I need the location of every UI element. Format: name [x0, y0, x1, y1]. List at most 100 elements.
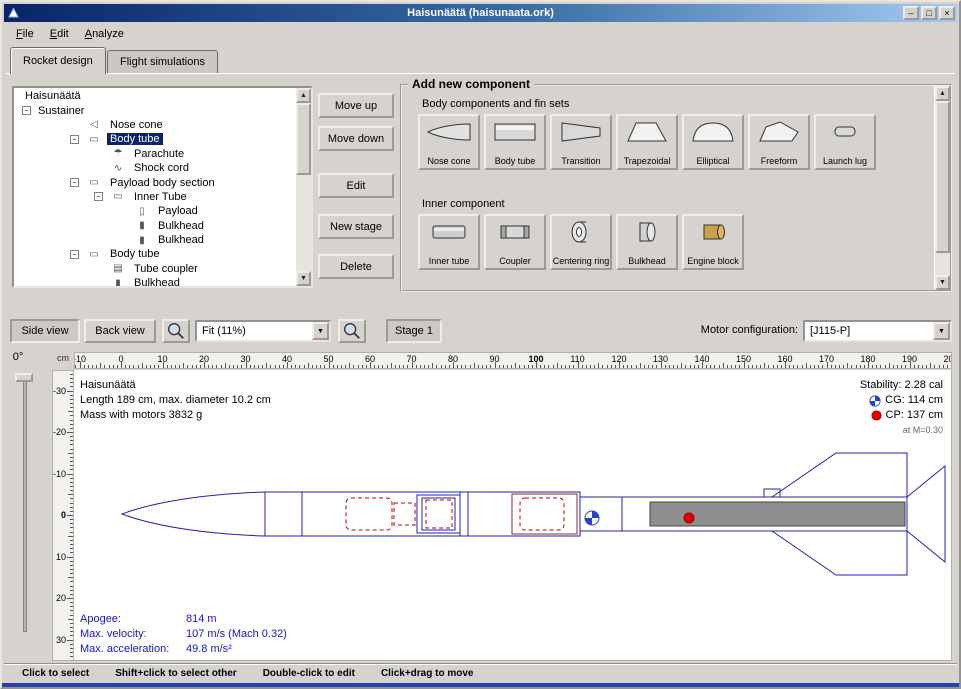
ruler-tick	[793, 365, 794, 368]
ruler-tick	[117, 365, 118, 368]
horizontal-ruler: -100102030405060708090100110120130140150…	[74, 352, 952, 369]
add-bodytube-button[interactable]: Body tube	[484, 114, 546, 170]
move-down-button[interactable]: Move down	[318, 126, 394, 151]
tube-coupler-shape[interactable]	[512, 494, 577, 534]
tab-flight-simulations[interactable]: Flight simulations	[107, 50, 218, 73]
chevron-down-icon[interactable]: ▼	[933, 322, 950, 340]
component-tree[interactable]: Haisunäätä-Sustainer◁Nose cone-▭Body tub…	[12, 86, 313, 288]
ruler-label: 200	[943, 354, 952, 364]
body-tube-shape[interactable]	[265, 492, 460, 536]
ruler-tick	[623, 365, 624, 368]
tree-item-body-tube[interactable]: -▭Body tube	[14, 247, 294, 261]
motor-configuration-select[interactable]: [J115-P] ▼	[803, 320, 952, 342]
tree-item-bulkhead[interactable]: ▮Bulkhead	[14, 233, 294, 247]
delete-button[interactable]: Delete	[318, 254, 394, 279]
add-elliptical-button[interactable]: Elliptical	[682, 114, 744, 170]
ruler-tick	[420, 365, 421, 368]
tree-item-bulkhead[interactable]: ▮Bulkhead	[14, 219, 294, 233]
inner-tube-contents-shape[interactable]	[520, 498, 564, 530]
ruler-tick	[179, 365, 180, 368]
add-engineblock-button[interactable]: Engine block	[682, 214, 744, 270]
nose-cone-shape[interactable]	[122, 492, 265, 536]
add-coupler-button[interactable]: Coupler	[484, 214, 546, 270]
tree-collapse-icon[interactable]: -	[22, 106, 31, 115]
tree-collapse-icon[interactable]: -	[70, 135, 79, 144]
ruler-tick	[835, 365, 836, 368]
move-up-button[interactable]: Move up	[318, 93, 394, 118]
tree-item-shock-cord[interactable]: ∿Shock cord	[14, 161, 294, 175]
bottom-fin-shape[interactable]	[772, 531, 907, 575]
rotation-slider-thumb[interactable]	[15, 373, 33, 382]
add-panel-scrollbar-thumb[interactable]	[935, 101, 950, 253]
ruler-tick	[648, 365, 649, 368]
edit-button[interactable]: Edit	[318, 173, 394, 198]
zoom-select[interactable]: Fit (11%) ▼	[195, 320, 331, 342]
payload-shape[interactable]	[426, 500, 452, 528]
ruler-label: 80	[448, 354, 458, 364]
add-panel-scrollbar[interactable]: ▲ ▼	[934, 86, 950, 290]
add-freeform-button[interactable]: Freeform	[748, 114, 810, 170]
tree-collapse-icon[interactable]: -	[70, 178, 79, 187]
tree-item-inner-tube[interactable]: -▭Inner Tube	[14, 190, 294, 204]
new-stage-button[interactable]: New stage	[318, 214, 394, 239]
add-nosecone-button[interactable]: Nose cone	[418, 114, 480, 170]
add-transition-button[interactable]: Transition	[550, 114, 612, 170]
ruler-tick	[872, 365, 873, 368]
tree-item-body-tube[interactable]: -▭Body tube	[14, 132, 294, 146]
back-view-button[interactable]: Back view	[84, 319, 156, 343]
ruler-tick	[424, 365, 425, 368]
tree-item-tube-coupler[interactable]: ▤Tube coupler	[14, 262, 294, 276]
add-trapezoidal-button[interactable]: Trapezoidal	[616, 114, 678, 170]
payload-icon: ▯	[131, 206, 153, 217]
tree-item-sustainer[interactable]: -Sustainer	[14, 103, 294, 117]
tree-item-payload[interactable]: ▯Payload	[14, 204, 294, 218]
rotation-slider-track[interactable]	[23, 374, 27, 632]
shock-cord-shape[interactable]	[394, 503, 415, 525]
ruler-tick	[70, 503, 73, 504]
tab-rocket-design[interactable]: Rocket design	[10, 47, 106, 74]
minimize-button[interactable]: –	[903, 6, 919, 20]
ruler-tick	[914, 365, 915, 368]
scroll-up-icon[interactable]: ▲	[935, 86, 950, 101]
add-centeringring-button[interactable]: Centering ring	[550, 214, 612, 270]
scroll-up-icon[interactable]: ▲	[296, 88, 311, 103]
tree-item-payload-body-section[interactable]: -▭Payload body section	[14, 175, 294, 189]
titlebar[interactable]: Haisunäätä (haisunaata.ork) – □ ×	[4, 4, 957, 22]
add-launchlug-button[interactable]: Launch lug	[814, 114, 876, 170]
tree-scrollbar[interactable]: ▲ ▼	[295, 88, 311, 286]
chevron-down-icon[interactable]: ▼	[312, 322, 329, 340]
top-fin-shape[interactable]	[772, 453, 907, 497]
scroll-down-icon[interactable]: ▼	[296, 271, 311, 286]
ruler-tick	[225, 363, 226, 368]
tree-collapse-icon[interactable]: -	[94, 192, 103, 201]
tree-item-nose-cone[interactable]: ◁Nose cone	[14, 118, 294, 132]
tree-collapse-icon[interactable]: -	[70, 250, 79, 259]
zoom-out-button[interactable]	[338, 319, 366, 343]
zoom-in-button[interactable]	[162, 319, 190, 343]
add-innertube-button[interactable]: Inner tube	[418, 214, 480, 270]
ruler-tick	[856, 365, 857, 368]
close-button[interactable]: ×	[939, 6, 955, 20]
ruler-tick	[880, 365, 881, 368]
menu-file[interactable]: File	[8, 25, 42, 43]
rear-fin-shape[interactable]	[907, 466, 945, 562]
coupler-icon: ▤	[107, 263, 129, 274]
ruler-tick	[312, 365, 313, 368]
tree-item-bulkhead[interactable]: ▮Bulkhead	[14, 276, 294, 288]
menu-edit[interactable]: Edit	[42, 25, 77, 43]
ruler-tick	[299, 365, 300, 368]
ruler-tick	[308, 363, 309, 368]
stage-1-toggle[interactable]: Stage 1	[386, 319, 442, 343]
flight-data-block: Apogee:814 m Max. velocity:107 m/s (Mach…	[80, 612, 287, 657]
ruler-label: 20	[56, 593, 66, 603]
tree-scrollbar-thumb[interactable]	[296, 103, 311, 175]
maximize-button[interactable]: □	[921, 6, 937, 20]
side-view-button[interactable]: Side view	[10, 319, 80, 343]
parachute-shape[interactable]	[346, 498, 392, 530]
tree-item-parachute[interactable]: ☂Parachute	[14, 147, 294, 161]
tree-item-haisunäätä[interactable]: Haisunäätä	[14, 89, 294, 103]
menu-analyze[interactable]: Analyze	[77, 25, 132, 43]
add-bulkhead-button[interactable]: Bulkhead	[616, 214, 678, 270]
scroll-down-icon[interactable]: ▼	[935, 275, 950, 290]
rocket-canvas[interactable]: Haisunäätä Length 189 cm, max. diameter …	[74, 370, 952, 661]
